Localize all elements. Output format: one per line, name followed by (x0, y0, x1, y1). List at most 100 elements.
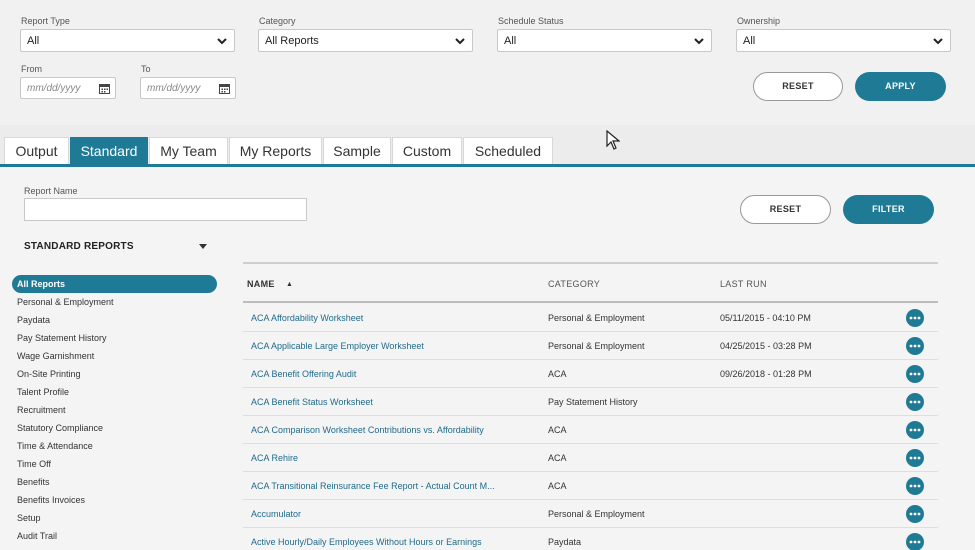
report-name-input[interactable] (24, 198, 307, 221)
reset-report-name-button[interactable]: RESET (740, 195, 831, 224)
apply-filters-button[interactable]: APPLY (855, 72, 946, 101)
report-category: ACA (548, 453, 567, 463)
category-label: Category (259, 16, 296, 26)
report-category: ACA (548, 425, 567, 435)
more-options-icon[interactable] (906, 477, 924, 495)
tab-output[interactable]: Output (4, 137, 69, 164)
to-date-input[interactable]: mm/dd/yyyy (140, 77, 236, 99)
report-name-link[interactable]: ACA Affordability Worksheet (251, 313, 363, 323)
report-last-run: 05/11/2015 - 04:10 PM (720, 313, 811, 323)
tab-my-team[interactable]: My Team (149, 137, 228, 164)
tab-standard[interactable]: Standard (70, 137, 148, 164)
sidebar-item-benefits[interactable]: Benefits (12, 473, 217, 491)
more-options-icon[interactable] (906, 393, 924, 411)
sidebar-item-setup[interactable]: Setup (12, 509, 217, 527)
schedule-status-select[interactable]: All (497, 29, 712, 52)
tab-my-reports[interactable]: My Reports (229, 137, 322, 164)
report-name-link[interactable]: ACA Benefit Status Worksheet (251, 397, 373, 407)
to-date-label: To (141, 64, 151, 74)
report-category: Pay Statement History (548, 397, 638, 407)
table-row: ACA Transitional Reinsurance Fee Report … (243, 472, 938, 500)
table-header: NAME ▲ CATEGORY LAST RUN (243, 262, 938, 303)
table-row: ACA Benefit Status Worksheet Pay Stateme… (243, 388, 938, 416)
report-category: Paydata (548, 537, 582, 547)
table-row: ACA Benefit Offering Audit ACA 09/26/201… (243, 360, 938, 388)
more-options-icon[interactable] (906, 505, 924, 523)
filter-button[interactable]: FILTER (843, 195, 934, 224)
report-type-label: Report Type (21, 16, 70, 26)
report-name-link[interactable]: Accumulator (251, 509, 301, 519)
category-value: All Reports (265, 35, 319, 47)
ownership-select[interactable]: All (736, 29, 951, 52)
report-name-link[interactable]: ACA Transitional Reinsurance Fee Report … (251, 481, 495, 491)
mouse-cursor-icon (606, 130, 620, 150)
report-filter-panel: Report Type All Category All Reports Sch… (0, 0, 975, 125)
column-header-name[interactable]: NAME (247, 279, 275, 289)
report-type-select[interactable]: All (20, 29, 235, 52)
report-tabs: Output Standard My Team My Reports Sampl… (0, 125, 975, 167)
report-last-run: 09/26/2018 - 01:28 PM (720, 369, 812, 379)
chevron-down-icon (933, 38, 943, 45)
sidebar-item-paydata[interactable]: Paydata (12, 311, 217, 329)
chevron-down-icon (455, 38, 465, 45)
schedule-status-label: Schedule Status (498, 16, 564, 26)
report-category: Personal & Employment (548, 509, 645, 519)
sidebar-item-wage-garnishment[interactable]: Wage Garnishment (12, 347, 217, 365)
sort-ascending-icon[interactable]: ▲ (286, 281, 293, 288)
sidebar-item-talent-profile[interactable]: Talent Profile (12, 383, 217, 401)
more-options-icon[interactable] (906, 421, 924, 439)
tab-scheduled[interactable]: Scheduled (463, 137, 553, 164)
more-options-icon[interactable] (906, 309, 924, 327)
standard-reports-heading[interactable]: STANDARD REPORTS (24, 241, 134, 252)
column-header-last-run[interactable]: LAST RUN (720, 279, 767, 289)
from-date-placeholder: mm/dd/yyyy (27, 83, 81, 94)
report-type-value: All (27, 35, 40, 47)
report-category: Personal & Employment (548, 341, 645, 351)
sidebar-item-time-off[interactable]: Time Off (12, 455, 217, 473)
schedule-status-value: All (504, 35, 517, 47)
sidebar-item-recruitment[interactable]: Recruitment (12, 401, 217, 419)
report-name-link[interactable]: ACA Rehire (251, 453, 298, 463)
table-row: Accumulator Personal & Employment (243, 500, 938, 528)
calendar-icon[interactable] (99, 83, 110, 94)
category-select[interactable]: All Reports (258, 29, 473, 52)
chevron-down-icon (217, 38, 227, 45)
report-name-label: Report Name (24, 186, 78, 196)
sidebar-item-statutory-compliance[interactable]: Statutory Compliance (12, 419, 217, 437)
table-row: ACA Affordability Worksheet Personal & E… (243, 304, 938, 332)
table-row: ACA Applicable Large Employer Worksheet … (243, 332, 938, 360)
report-category: ACA (548, 481, 567, 491)
calendar-icon[interactable] (219, 83, 230, 94)
sidebar-item-time-attendance[interactable]: Time & Attendance (12, 437, 217, 455)
column-header-category[interactable]: CATEGORY (548, 279, 600, 289)
more-options-icon[interactable] (906, 449, 924, 467)
report-name-link[interactable]: ACA Comparison Worksheet Contributions v… (251, 425, 484, 435)
reset-filters-button[interactable]: RESET (753, 72, 843, 101)
caret-down-icon[interactable] (199, 244, 207, 250)
report-category: ACA (548, 369, 567, 379)
sidebar-item-benefits-invoices[interactable]: Benefits Invoices (12, 491, 217, 509)
sidebar-item-all-reports[interactable]: All Reports (12, 275, 217, 293)
chevron-down-icon (694, 38, 704, 45)
table-row: ACA Rehire ACA (243, 444, 938, 472)
from-date-input[interactable]: mm/dd/yyyy (20, 77, 116, 99)
standard-reports-content: Report Name RESET FILTER STANDARD REPORT… (0, 167, 975, 550)
sidebar-item-on-site-printing[interactable]: On-Site Printing (12, 365, 217, 383)
more-options-icon[interactable] (906, 337, 924, 355)
sidebar-item-personal-employment[interactable]: Personal & Employment (12, 293, 217, 311)
sidebar-item-pay-statement-history[interactable]: Pay Statement History (12, 329, 217, 347)
report-name-link[interactable]: ACA Benefit Offering Audit (251, 369, 356, 379)
to-date-placeholder: mm/dd/yyyy (147, 83, 201, 94)
tab-custom[interactable]: Custom (392, 137, 462, 164)
ownership-value: All (743, 35, 756, 47)
more-options-icon[interactable] (906, 533, 924, 550)
report-last-run: 04/25/2015 - 03:28 PM (720, 341, 812, 351)
report-category: Personal & Employment (548, 313, 645, 323)
table-row: ACA Comparison Worksheet Contributions v… (243, 416, 938, 444)
sidebar-item-audit-trail[interactable]: Audit Trail (12, 527, 217, 545)
more-options-icon[interactable] (906, 365, 924, 383)
ownership-label: Ownership (737, 16, 781, 26)
report-name-link[interactable]: ACA Applicable Large Employer Worksheet (251, 341, 424, 351)
tab-sample[interactable]: Sample (323, 137, 391, 164)
report-name-link[interactable]: Active Hourly/Daily Employees Without Ho… (251, 537, 482, 547)
